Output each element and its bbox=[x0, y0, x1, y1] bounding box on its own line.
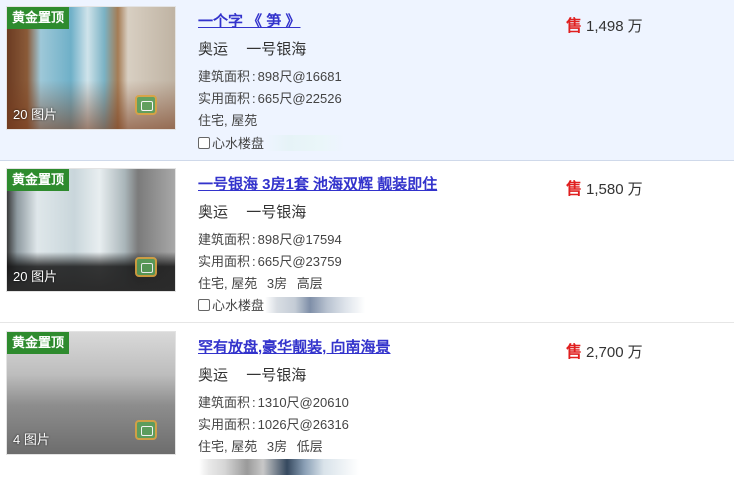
sale-label: 售 bbox=[566, 181, 583, 198]
favorite-label: 心水楼盘 bbox=[212, 136, 265, 151]
listing-title-link[interactable]: 一个字 《 笋 》 bbox=[198, 10, 301, 31]
net-area-value: 665尺@22526 bbox=[257, 91, 342, 106]
watermark-logo-icon bbox=[135, 420, 157, 440]
estate-name: 一号银海 bbox=[246, 204, 307, 221]
listing-card[interactable]: 黄金置顶 4 图片 罕有放盘,豪华靓装, 向南海景 奥运 一号银海 建筑面积:1… bbox=[0, 323, 734, 480]
favorite-row bbox=[198, 459, 359, 475]
tag-floor: 高层 bbox=[296, 276, 323, 291]
tag-rooms: 3房 bbox=[266, 276, 288, 291]
net-area-label: 实用面积 bbox=[198, 91, 251, 106]
photo-count: 20 图片 bbox=[13, 107, 58, 122]
price-unit: 万 bbox=[627, 181, 643, 198]
location: 奥运 一号银海 bbox=[198, 38, 306, 59]
price-value: 1,498 bbox=[586, 18, 624, 35]
price-value: 2,700 bbox=[586, 344, 624, 361]
photo-count: 4 图片 bbox=[13, 432, 50, 447]
listing-list: 黄金置顶 20 图片 一个字 《 笋 》 奥运 一号银海 建筑面积:898尺@1… bbox=[0, 0, 734, 480]
gross-area-label: 建筑面积 bbox=[198, 69, 251, 84]
watermark-logo-icon bbox=[135, 257, 157, 277]
price-unit: 万 bbox=[627, 344, 643, 361]
gross-area-value: 898尺@16681 bbox=[257, 69, 342, 84]
price: 售 2,700 万 bbox=[566, 338, 643, 362]
net-area-label: 实用面积 bbox=[198, 254, 251, 269]
price: 售 1,498 万 bbox=[566, 12, 643, 36]
tag-rooms: 3房 bbox=[266, 439, 288, 454]
tag-type: 住宅, 屋苑 bbox=[198, 113, 258, 128]
price: 售 1,580 万 bbox=[566, 175, 643, 199]
favorite-checkbox[interactable] bbox=[198, 298, 210, 311]
gross-area-value: 1310尺@20610 bbox=[257, 395, 349, 410]
property-tags: 住宅, 屋苑 3房 高层 bbox=[198, 273, 323, 292]
listing-title-link[interactable]: 一号银海 3房1套 池海双辉 靓装即住 bbox=[198, 173, 437, 194]
tag-floor: 低层 bbox=[296, 439, 323, 454]
net-area-value: 1026尺@26316 bbox=[257, 417, 349, 432]
gross-area-label: 建筑面积 bbox=[198, 395, 251, 410]
net-area: 实用面积:665尺@23759 bbox=[198, 254, 342, 269]
listing-photo[interactable]: 黄金置顶 20 图片 bbox=[6, 168, 176, 292]
blurred-contact bbox=[265, 296, 366, 313]
blurred-contact bbox=[265, 134, 346, 151]
location: 奥运 一号银海 bbox=[198, 201, 306, 222]
district-name: 奥运 bbox=[198, 367, 229, 384]
favorite-row: 心水楼盘 bbox=[198, 133, 346, 152]
gross-area-value: 898尺@17594 bbox=[257, 232, 342, 247]
gross-area: 建筑面积:898尺@17594 bbox=[198, 232, 342, 247]
net-area-value: 665尺@23759 bbox=[257, 254, 342, 269]
gross-area: 建筑面积:1310尺@20610 bbox=[198, 395, 349, 410]
gross-area: 建筑面积:898尺@16681 bbox=[198, 69, 342, 84]
watermark-logo-icon bbox=[135, 95, 157, 115]
listing-photo[interactable]: 黄金置顶 20 图片 bbox=[6, 6, 176, 130]
net-area: 实用面积:1026尺@26316 bbox=[198, 417, 349, 432]
district-name: 奥运 bbox=[198, 204, 229, 221]
estate-name: 一号银海 bbox=[246, 41, 307, 58]
favorite-checkbox[interactable] bbox=[198, 136, 210, 149]
gold-top-badge: 黄金置顶 bbox=[7, 169, 70, 191]
listing-title-link[interactable]: 罕有放盘,豪华靓装, 向南海景 bbox=[198, 336, 391, 357]
sale-label: 售 bbox=[566, 344, 583, 361]
favorite-row: 心水楼盘 bbox=[198, 295, 366, 314]
net-area: 实用面积:665尺@22526 bbox=[198, 91, 342, 106]
sale-label: 售 bbox=[566, 18, 583, 35]
tag-type: 住宅, 屋苑 bbox=[198, 276, 258, 291]
listing-card[interactable]: 黄金置顶 20 图片 一个字 《 笋 》 奥运 一号银海 建筑面积:898尺@1… bbox=[0, 0, 734, 161]
estate-name: 一号银海 bbox=[246, 367, 307, 384]
gold-top-badge: 黄金置顶 bbox=[7, 332, 70, 354]
photo-count: 20 图片 bbox=[13, 269, 58, 284]
tag-type: 住宅, 屋苑 bbox=[198, 439, 258, 454]
district-name: 奥运 bbox=[198, 41, 229, 58]
gross-area-label: 建筑面积 bbox=[198, 232, 251, 247]
property-tags: 住宅, 屋苑 bbox=[198, 110, 257, 129]
location: 奥运 一号银海 bbox=[198, 364, 306, 385]
property-tags: 住宅, 屋苑 3房 低层 bbox=[198, 436, 323, 455]
favorite-label: 心水楼盘 bbox=[212, 298, 265, 313]
blurred-contact bbox=[199, 459, 359, 475]
listing-card[interactable]: 黄金置顶 20 图片 一号银海 3房1套 池海双辉 靓装即住 奥运 一号银海 建… bbox=[0, 161, 734, 323]
gold-top-badge: 黄金置顶 bbox=[7, 7, 70, 29]
listing-photo[interactable]: 黄金置顶 4 图片 bbox=[6, 331, 176, 455]
net-area-label: 实用面积 bbox=[198, 417, 251, 432]
price-unit: 万 bbox=[627, 18, 643, 35]
price-value: 1,580 bbox=[586, 181, 624, 198]
